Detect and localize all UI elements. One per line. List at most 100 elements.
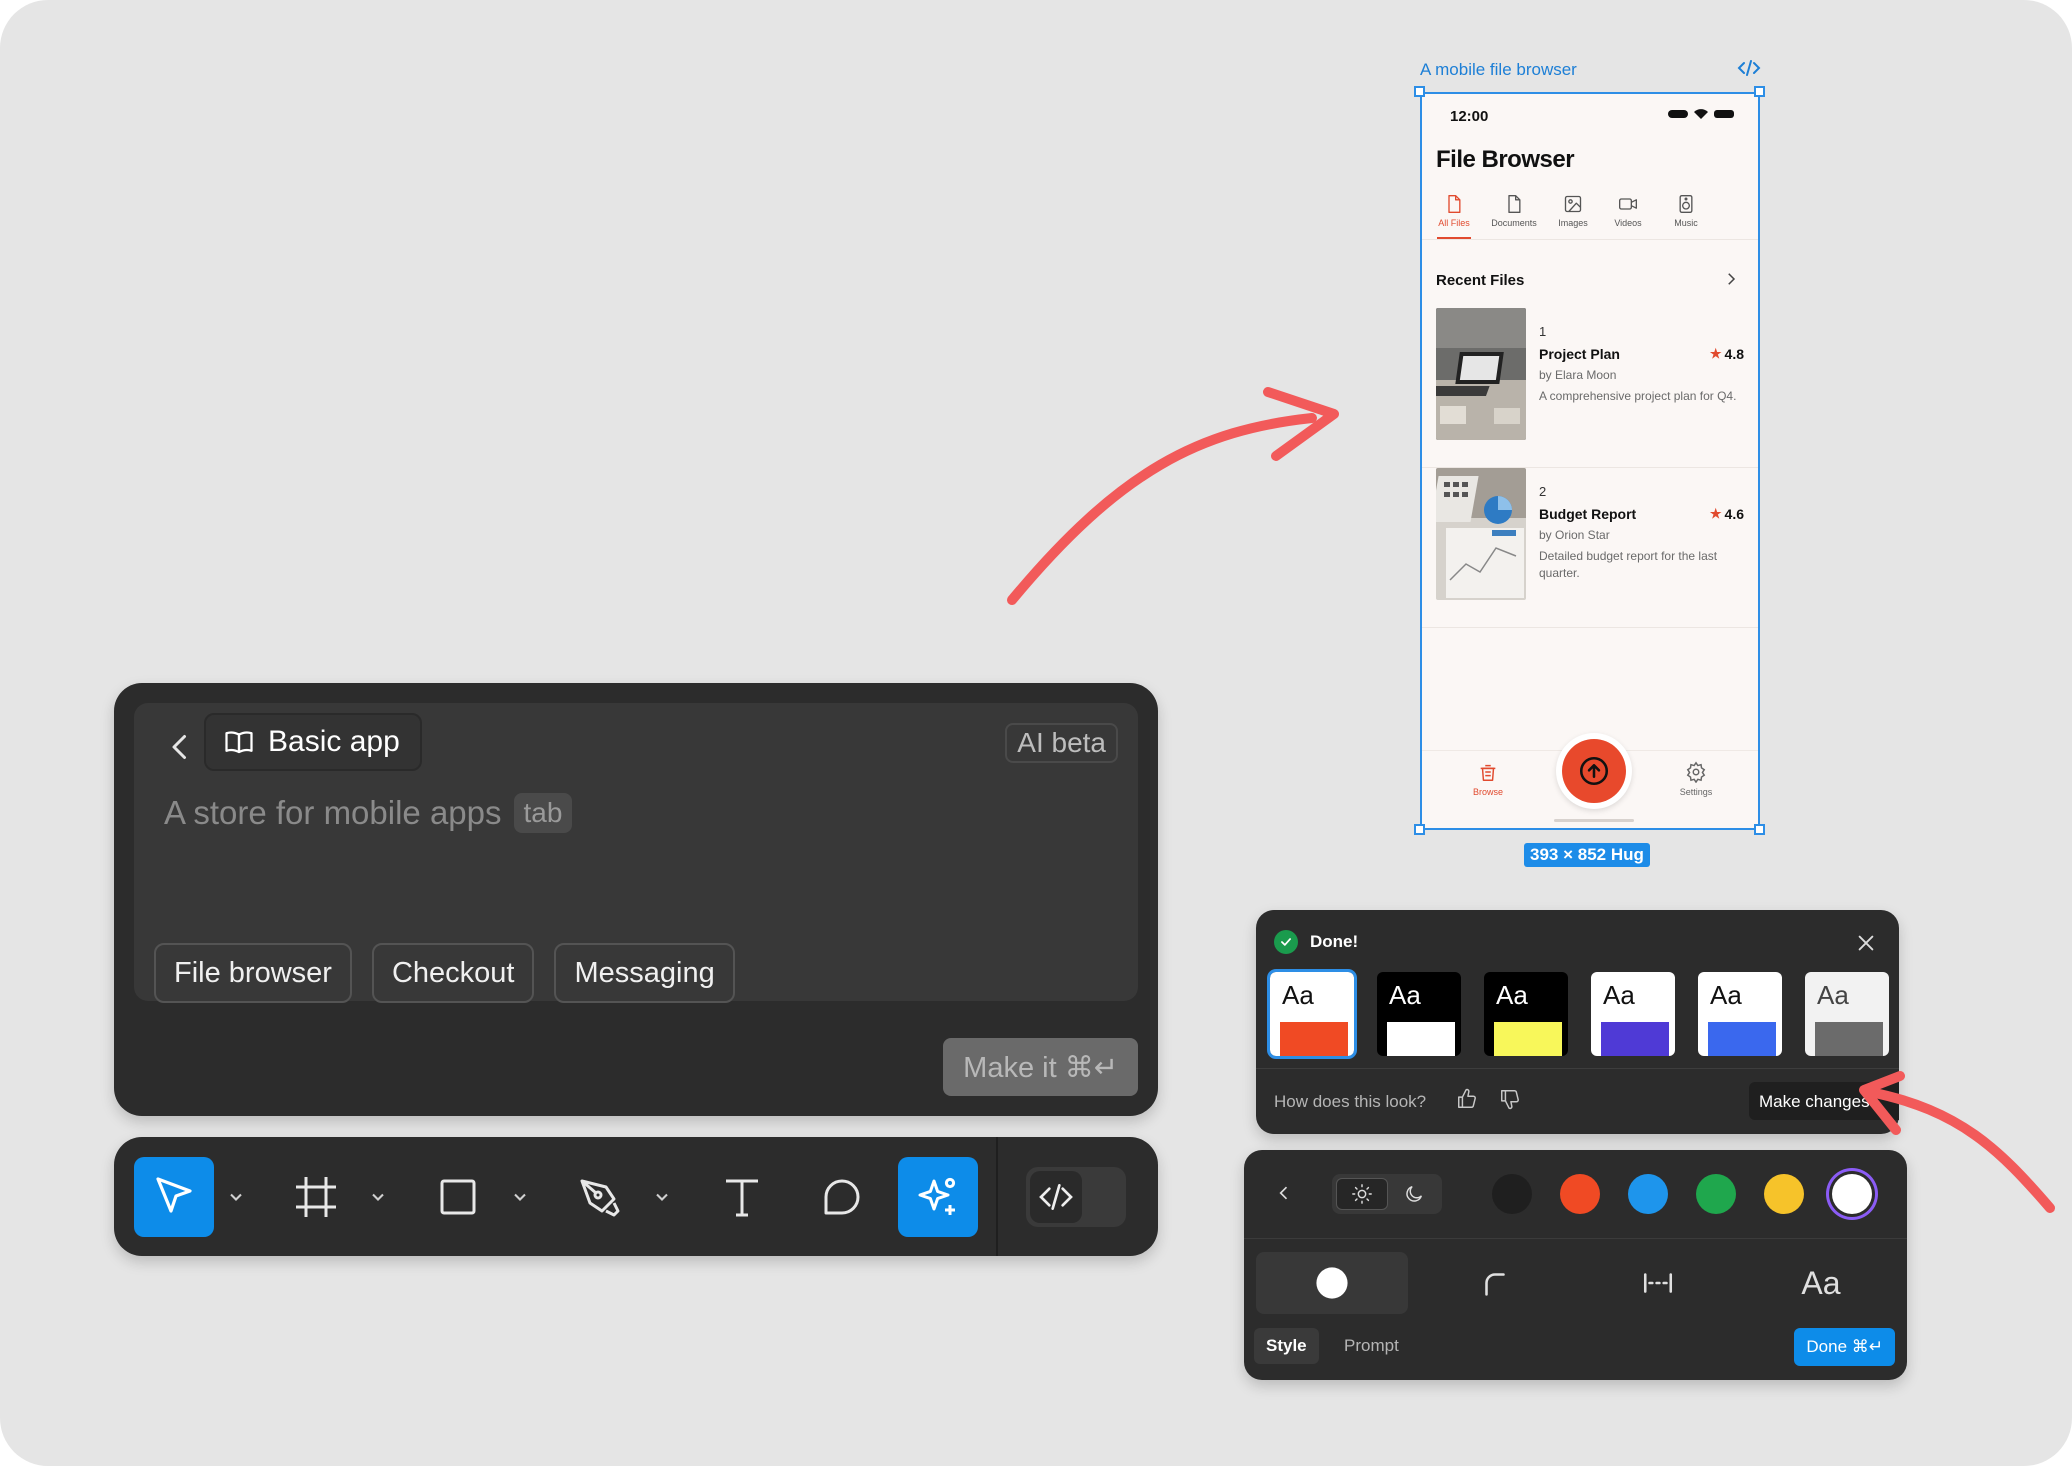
light-mode-button[interactable] [1336, 1178, 1388, 1210]
corner-radius-button[interactable] [1419, 1252, 1571, 1314]
chevron-down-icon[interactable] [652, 1187, 672, 1207]
theme-card[interactable]: Aa [1267, 969, 1357, 1059]
tab-all-files[interactable]: All Files [1424, 194, 1484, 239]
pen-tool-button[interactable] [560, 1157, 640, 1237]
color-swatch[interactable] [1560, 1174, 1600, 1214]
status-time: 12:00 [1450, 108, 1489, 125]
theme-card-sample: Aa [1603, 980, 1635, 1010]
chevron-down-icon[interactable] [226, 1187, 246, 1207]
file-name: Project Plan [1539, 346, 1620, 362]
frame-tool-button[interactable] [276, 1157, 356, 1237]
color-swatch[interactable] [1696, 1174, 1736, 1214]
file-description: Detailed budget report for the last quar… [1539, 549, 1718, 580]
theme-card[interactable]: Aa [1805, 972, 1889, 1056]
text-icon [726, 1179, 758, 1217]
file-description: A comprehensive project plan for Q4. [1539, 389, 1737, 403]
make-it-button[interactable]: Make it ⌘↵ [943, 1038, 1138, 1096]
nav-browse[interactable]: Browse [1458, 761, 1518, 797]
suggestion-checkout[interactable]: Checkout [371, 943, 535, 1003]
tab-videos[interactable]: Videos [1598, 194, 1658, 228]
tab-label: Videos [1614, 218, 1642, 228]
theme-card-accent [1708, 1022, 1776, 1056]
code-icon[interactable] [1737, 60, 1761, 76]
file-icon [1448, 195, 1461, 213]
theme-card[interactable]: Aa [1377, 972, 1461, 1056]
color-swatch[interactable] [1628, 1174, 1668, 1214]
ai-tool-button[interactable] [898, 1157, 978, 1237]
chevron-right-icon[interactable] [1722, 270, 1740, 288]
thumbs-up-icon[interactable] [1456, 1088, 1478, 1110]
theme-card[interactable]: Aa [1591, 972, 1675, 1056]
rating-value: 4.6 [1724, 506, 1744, 522]
color-swatch[interactable] [1492, 1174, 1532, 1214]
tab-documents[interactable]: Documents [1484, 194, 1544, 228]
divider [1256, 1068, 1899, 1069]
dark-mode-button[interactable] [1388, 1178, 1440, 1210]
text-tool-button[interactable] [702, 1157, 782, 1237]
back-icon[interactable] [162, 729, 198, 765]
tab-hint: tab [513, 793, 573, 833]
upload-button[interactable] [1556, 733, 1632, 809]
theme-card[interactable]: Aa [1484, 972, 1568, 1056]
nav-settings[interactable]: Settings [1666, 761, 1726, 797]
signal-icon [1668, 110, 1688, 118]
color-swatch[interactable] [1832, 1174, 1872, 1214]
fill-style-button[interactable] [1256, 1252, 1408, 1314]
file-number: 2 [1539, 484, 1547, 499]
sparkle-icon [918, 1177, 956, 1215]
chevron-down-icon[interactable] [510, 1187, 530, 1207]
mobile-frame[interactable]: 12:00 File Browser All Files Documents I… [1420, 92, 1760, 830]
prompt-panel: Basic app AI beta A store for mobile app… [114, 683, 1158, 1116]
trash-icon [1480, 764, 1496, 781]
feedback-question: How does this look? [1274, 1092, 1427, 1111]
list-item[interactable]: 1 Project Plan ★ 4.8 by Elara Moon A com… [1422, 308, 1758, 468]
sun-icon [1352, 1184, 1372, 1204]
list-item[interactable]: 2 Budget Report ★ 4.6 by Orion Star Deta… [1422, 468, 1758, 628]
typography-button[interactable]: Aa [1745, 1252, 1897, 1314]
resize-handle[interactable] [1754, 86, 1765, 97]
tab-label: All Files [1438, 218, 1470, 228]
make-changes-button[interactable]: Make changes [1749, 1082, 1899, 1120]
code-mode-toggle[interactable] [1026, 1167, 1126, 1227]
arrow-head [1263, 387, 1339, 461]
theme-options: Aa Aa Aa Aa Aa Aa [1267, 969, 1889, 1059]
status-bar: 12:00 [1422, 106, 1758, 128]
theme-card-sample: Aa [1710, 980, 1742, 1010]
theme-card-sample: Aa [1282, 980, 1314, 1010]
theme-card[interactable]: Aa [1698, 972, 1782, 1056]
thumbs-down-icon[interactable] [1499, 1088, 1521, 1110]
spacing-button[interactable] [1582, 1252, 1734, 1314]
shape-tool-button[interactable] [418, 1157, 498, 1237]
gear-icon [1686, 761, 1706, 783]
comment-tool-button[interactable] [802, 1157, 882, 1237]
tab-style[interactable]: Style [1254, 1328, 1319, 1364]
template-selector[interactable]: Basic app [204, 713, 422, 771]
upload-arrow-icon [1579, 756, 1609, 786]
done-button[interactable]: Done ⌘↵ [1794, 1328, 1895, 1366]
move-tool-button[interactable] [134, 1157, 214, 1237]
theme-card-sample: Aa [1389, 980, 1421, 1010]
tab-prompt[interactable]: Prompt [1332, 1328, 1411, 1364]
color-swatch[interactable] [1764, 1174, 1804, 1214]
comment-icon [824, 1179, 860, 1215]
divider [1244, 1238, 1907, 1239]
chevron-down-icon[interactable] [368, 1187, 388, 1207]
resize-handle[interactable] [1414, 86, 1425, 97]
prompt-input-area[interactable]: Basic app AI beta A store for mobile app… [134, 703, 1138, 1003]
resize-handle[interactable] [1414, 824, 1425, 835]
chevron-left-icon[interactable] [1274, 1183, 1294, 1203]
document-icon [1508, 195, 1521, 213]
rating-value: 4.8 [1724, 346, 1744, 362]
suggestion-messaging[interactable]: Messaging [554, 943, 735, 1003]
theme-card-accent [1601, 1022, 1669, 1056]
tab-music[interactable]: Music [1656, 194, 1716, 228]
tab-images[interactable]: Images [1543, 194, 1603, 228]
close-icon[interactable] [1855, 932, 1877, 954]
theme-suggestion-panel: Done! Aa Aa Aa Aa Aa Aa How does this look? M… [1256, 910, 1899, 1134]
check-icon [1274, 930, 1298, 954]
bottom-nav: Browse Settings [1422, 733, 1758, 828]
resize-handle[interactable] [1754, 824, 1765, 835]
suggestion-file-browser[interactable]: File browser [154, 943, 352, 1003]
file-thumbnail [1436, 308, 1526, 440]
frame-label[interactable]: A mobile file browser [1420, 60, 1577, 80]
